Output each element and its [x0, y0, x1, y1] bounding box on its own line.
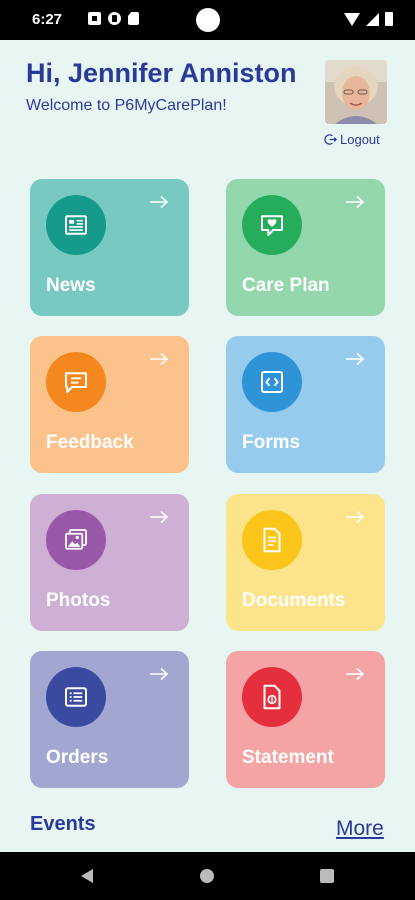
battery-icon — [385, 12, 393, 26]
tile-label: Feedback — [46, 432, 134, 453]
notification-icons — [88, 12, 139, 25]
tile-orders[interactable]: Orders — [30, 651, 189, 788]
arrow-right-icon — [149, 510, 169, 524]
document-icon — [242, 510, 302, 570]
tile-news[interactable]: News — [30, 179, 189, 316]
notification-icon — [108, 12, 121, 25]
logout-icon — [324, 134, 337, 145]
tile-label: Care Plan — [242, 275, 330, 296]
events-title: Events — [30, 813, 96, 835]
camera-cutout — [196, 8, 220, 32]
avatar[interactable] — [325, 60, 387, 124]
tile-label: News — [46, 275, 96, 296]
tile-label: Documents — [242, 590, 346, 611]
arrow-right-icon — [149, 667, 169, 681]
tile-feedback[interactable]: Feedback — [30, 336, 189, 473]
tile-label: Orders — [46, 747, 109, 768]
arrow-right-icon — [345, 352, 365, 366]
wifi-icon — [344, 12, 360, 26]
code-icon — [242, 352, 302, 412]
more-link[interactable]: More — [336, 817, 384, 841]
arrow-right-icon — [345, 667, 365, 681]
greeting-title: Hi, Jennifer Anniston — [26, 58, 297, 88]
arrow-right-icon — [345, 510, 365, 524]
tile-care-plan[interactable]: Care Plan — [226, 179, 385, 316]
heart-message-icon — [242, 195, 302, 255]
recents-icon[interactable] — [320, 869, 334, 883]
photos-icon — [46, 510, 106, 570]
list-icon — [46, 667, 106, 727]
app-screen: Hi, Jennifer Anniston Welcome to P6MyCar… — [0, 40, 415, 852]
tile-photos[interactable]: Photos — [30, 494, 189, 631]
tile-label: Forms — [242, 432, 301, 453]
status-bar: 6:27 — [0, 0, 415, 40]
signal-icon — [366, 12, 379, 26]
home-icon[interactable] — [200, 869, 214, 883]
arrow-right-icon — [149, 195, 169, 209]
navigation-bar — [0, 852, 415, 900]
tile-statement[interactable]: Statement — [226, 651, 385, 788]
logout-label: Logout — [340, 132, 380, 147]
notification-icon — [88, 12, 101, 25]
newspaper-icon — [46, 195, 106, 255]
arrow-right-icon — [149, 352, 169, 366]
status-time: 6:27 — [32, 11, 63, 28]
sim-card-icon — [128, 12, 139, 25]
file-dollar-icon — [242, 667, 302, 727]
back-icon[interactable] — [81, 869, 93, 883]
chat-icon — [46, 352, 106, 412]
tile-label: Photos — [46, 590, 111, 611]
tile-label: Statement — [242, 747, 334, 768]
tile-forms[interactable]: Forms — [226, 336, 385, 473]
arrow-right-icon — [345, 195, 365, 209]
tile-documents[interactable]: Documents — [226, 494, 385, 631]
logout-button[interactable]: Logout — [324, 132, 380, 147]
welcome-text: Welcome to P6MyCarePlan! — [26, 97, 227, 114]
system-icons — [344, 12, 393, 26]
